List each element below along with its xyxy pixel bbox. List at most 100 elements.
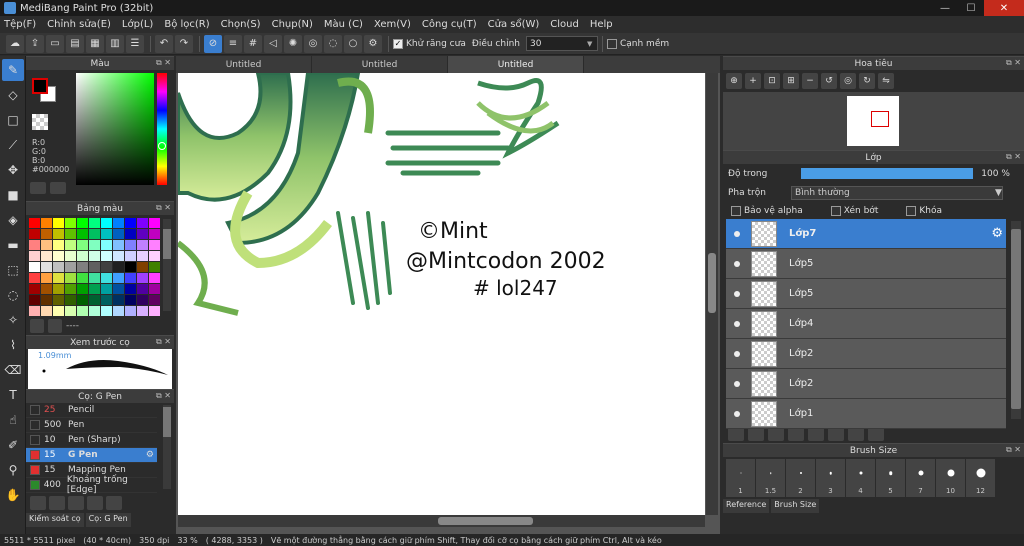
lasso-tool-icon[interactable]: ◌ — [2, 284, 24, 306]
palette-swatch[interactable] — [89, 306, 100, 316]
clip-checkbox[interactable] — [830, 205, 841, 216]
select-tool-icon[interactable]: ⬚ — [2, 259, 24, 281]
palette-swatch[interactable] — [125, 295, 136, 305]
palette-swatch[interactable] — [77, 284, 88, 294]
palette-swatch[interactable] — [101, 306, 112, 316]
palette-swatch[interactable] — [149, 273, 160, 283]
visibility-eye-icon[interactable] — [732, 379, 742, 389]
zoom-in-icon[interactable]: + — [745, 73, 761, 89]
soft-edge-checkbox[interactable] — [606, 38, 617, 49]
clip-option[interactable]: Xén bớt — [830, 205, 878, 216]
palette-swatch[interactable] — [65, 306, 76, 316]
palette-swatch[interactable] — [53, 295, 64, 305]
text-tool-icon[interactable]: T — [2, 384, 24, 406]
share-icon[interactable]: ⇪ — [26, 34, 44, 53]
palette-swatch[interactable] — [149, 306, 160, 316]
palette-swatch[interactable] — [113, 284, 124, 294]
fill-shape-tool-icon[interactable]: ■ — [2, 184, 24, 206]
rotate-right-icon[interactable]: ↻ — [859, 73, 875, 89]
eraser-tool-icon[interactable]: ◇ — [2, 84, 24, 106]
gear-icon[interactable]: ⚙ — [991, 226, 1003, 241]
soft-edge-option[interactable]: Cạnh mềm — [606, 38, 669, 49]
tab-document-1[interactable]: Untitled — [176, 56, 312, 73]
menu-filter[interactable]: Bộ lọc(R) — [164, 19, 209, 30]
brush-layout-icon[interactable] — [49, 496, 65, 510]
brush-item[interactable]: 500 Pen — [26, 418, 157, 433]
palette-swatch[interactable] — [137, 306, 148, 316]
palette-swatch[interactable] — [77, 295, 88, 305]
palette-swatch[interactable] — [29, 218, 40, 228]
rect-tool-icon[interactable]: □ — [2, 109, 24, 131]
palette-swatch[interactable] — [137, 229, 148, 239]
palette-swatch[interactable] — [113, 218, 124, 228]
palette-swatch[interactable] — [77, 240, 88, 250]
menu-color[interactable]: Màu (C) — [324, 19, 363, 30]
palette-swatch[interactable] — [101, 229, 112, 239]
brush-delete-icon[interactable] — [106, 496, 122, 510]
palette-swatch[interactable] — [53, 306, 64, 316]
opacity-slider[interactable] — [801, 168, 974, 179]
palette-swatch[interactable] — [53, 284, 64, 294]
visibility-eye-icon[interactable] — [732, 349, 742, 359]
tab-document-2[interactable]: Untitled — [312, 56, 448, 73]
panel-expand-icon[interactable]: ⧉ ✕ — [156, 337, 171, 347]
hue-slider-handle[interactable] — [158, 142, 166, 150]
layer-item[interactable]: Lớp5 — [726, 249, 1006, 279]
protect-alpha-option[interactable]: Bảo vệ alpha — [731, 205, 803, 216]
scrollbar-thumb[interactable] — [163, 229, 171, 259]
palette-swatch[interactable] — [77, 273, 88, 283]
panel-expand-icon[interactable]: ⧉ ✕ — [156, 203, 171, 213]
visibility-eye-icon[interactable] — [732, 229, 742, 239]
zoom-actual-icon[interactable]: ⊡ — [764, 73, 780, 89]
visibility-eye-icon[interactable] — [732, 319, 742, 329]
palette-swatch[interactable] — [137, 251, 148, 261]
palette-swatch[interactable] — [89, 262, 100, 272]
palette-swatch[interactable] — [125, 218, 136, 228]
palette-swatch[interactable] — [65, 218, 76, 228]
list-icon[interactable]: ☰ — [126, 34, 144, 53]
palette-swatch[interactable] — [137, 273, 148, 283]
grid-page-icon[interactable]: ▥ — [106, 34, 124, 53]
layer-item[interactable]: Lớp7 ⚙ — [726, 219, 1006, 249]
palette-swatch[interactable] — [41, 273, 52, 283]
palette-swatch[interactable] — [53, 273, 64, 283]
palette-swatch[interactable] — [125, 262, 136, 272]
zoom-reset-icon[interactable]: ⊞ — [783, 73, 799, 89]
brush-size-preset[interactable]: 3 — [816, 459, 845, 497]
brush-options-icon[interactable] — [68, 496, 84, 510]
brush-scrollbar[interactable] — [163, 405, 171, 489]
menu-window[interactable]: Cửa sổ(W) — [488, 19, 540, 30]
navigator-thumbnail[interactable] — [847, 96, 899, 146]
palette-swatch[interactable] — [89, 218, 100, 228]
menu-snap[interactable]: Chụp(N) — [272, 19, 313, 30]
palette-swatch[interactable] — [41, 284, 52, 294]
document-icon[interactable]: ▤ — [66, 34, 84, 53]
palette-swatch[interactable] — [89, 284, 100, 294]
radial-snap-icon[interactable]: ✺ — [284, 34, 302, 53]
palette-swatch[interactable] — [137, 295, 148, 305]
zoom-fit-icon[interactable]: ⊕ — [726, 73, 742, 89]
layer-item[interactable]: Lớp2 — [726, 369, 1006, 399]
brush-folder-icon[interactable] — [87, 496, 103, 510]
palette-swatch[interactable] — [77, 262, 88, 272]
parallel-snap-icon[interactable]: ≡ — [224, 34, 242, 53]
menu-select[interactable]: Chọn(S) — [221, 19, 261, 30]
palette-swatch[interactable] — [53, 262, 64, 272]
palette-swatch[interactable] — [113, 295, 124, 305]
palette-swatch[interactable] — [41, 306, 52, 316]
transparent-color-swatch[interactable] — [32, 114, 48, 130]
palette-swatch[interactable] — [41, 251, 52, 261]
brush-size-preset[interactable]: 1.5 — [756, 459, 785, 497]
operation-tool-icon[interactable]: ☝ — [2, 409, 24, 431]
rotate-left-icon[interactable]: ↺ — [821, 73, 837, 89]
palette-swatch[interactable] — [41, 218, 52, 228]
curve-snap-icon[interactable]: ◌ — [324, 34, 342, 53]
layer-scrollbar[interactable] — [1011, 221, 1021, 419]
close-button[interactable]: ✕ — [984, 0, 1024, 16]
lock-option[interactable]: Khóa — [906, 205, 942, 216]
menu-cloud[interactable]: Cloud — [550, 19, 579, 30]
brush-item[interactable]: 15 G Pen ⚙ — [26, 448, 157, 463]
rotate-reset-icon[interactable]: ◎ — [840, 73, 856, 89]
cloud-icon[interactable]: ☁ — [6, 34, 24, 53]
visibility-eye-icon[interactable] — [732, 289, 742, 299]
